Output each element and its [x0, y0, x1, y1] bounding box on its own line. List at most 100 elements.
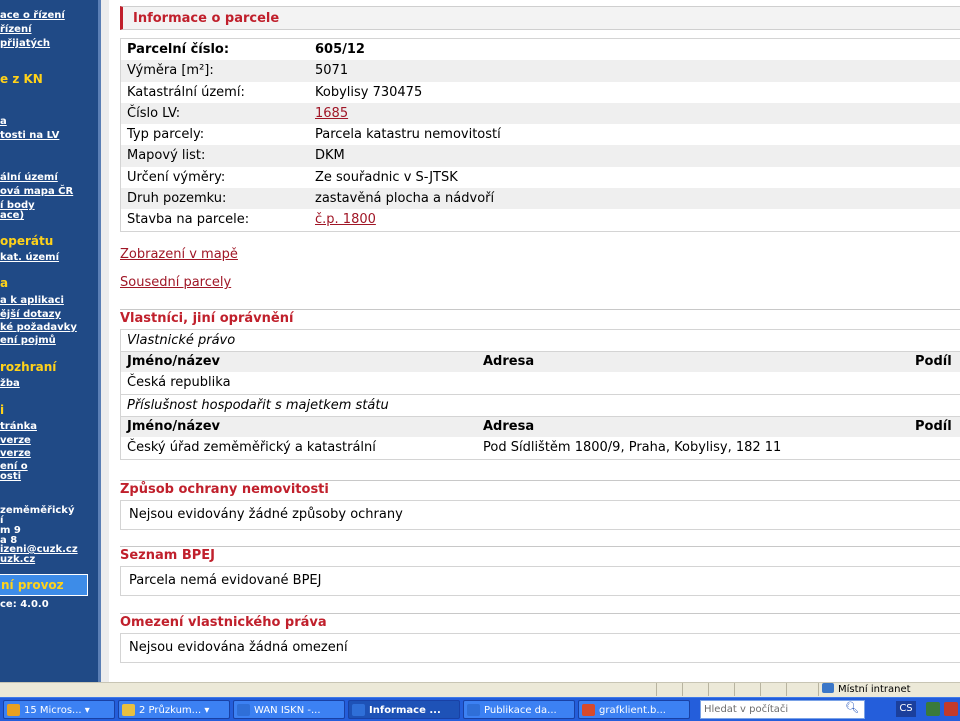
status-segment — [656, 683, 657, 696]
table-row: Druh pozemku: zastavěná plocha a nádvoří — [121, 188, 960, 210]
table-row: Katastrální území: Kobylisy 730475 — [121, 82, 960, 103]
sidebar-item[interactable]: žba — [0, 378, 20, 389]
parcel-field-value: 5071 — [315, 63, 349, 79]
app-icon — [582, 704, 595, 716]
security-zone: Místní intranet — [822, 683, 911, 696]
taskbar-button[interactable]: 15 Micros... ▾ — [3, 700, 115, 719]
table-row: Parcelní číslo: 605/12 — [121, 39, 960, 60]
sidebar-item[interactable]: ení pojmů — [0, 335, 56, 346]
left-navigation: ace o řízení řízení přijatých e z KN a tosti … — [0, 0, 101, 682]
app-icon — [122, 704, 135, 716]
protection-section-title: Způsob ochrany nemovitosti — [120, 480, 960, 497]
col-name: Jméno/název — [127, 354, 221, 369]
parcel-field-value: DKM — [315, 148, 345, 164]
sidebar-item[interactable]: osti — [0, 471, 21, 482]
taskbar-button-label: WAN ISKN -... — [254, 705, 321, 716]
table-row: Česká republika — [121, 372, 960, 394]
sidebar-item[interactable]: verze — [0, 448, 31, 459]
state-management-heading: Příslušnost hospodařit s majetkem státu — [121, 394, 960, 417]
parcel-field-label: Určení výměry: — [127, 169, 226, 185]
table-row: Český úřad zeměměřický a katastrální Pod… — [121, 437, 960, 459]
taskbar-button[interactable]: 2 Průzkum... ▾ — [118, 700, 230, 719]
search-input[interactable]: Hledat v počítači — [700, 700, 865, 719]
tray-icon[interactable] — [944, 702, 958, 716]
tray-icon[interactable] — [926, 702, 940, 716]
owner-name: Česká republika — [127, 375, 231, 390]
sidebar-item: operátu — [0, 234, 54, 248]
taskbar-button-label: 15 Micros... ▾ — [24, 705, 90, 716]
taskbar-button-label: grafklient.b... — [599, 705, 666, 716]
table-row: Číslo LV: 1685 — [121, 102, 960, 125]
sidebar-item[interactable]: ké požadavky — [0, 322, 77, 333]
protection-text: Nejsou evidovány žádné způsoby ochrany — [129, 507, 403, 522]
owners-table: Vlastnické právo Jméno/název Adresa Podí… — [120, 329, 960, 460]
parcel-field-value: Ze souřadnic v S-JTSK — [315, 169, 458, 185]
sidebar-item[interactable]: řízení — [0, 24, 32, 35]
zone-label: Místní intranet — [838, 684, 911, 695]
language-indicator[interactable]: CS — [896, 701, 916, 717]
parcel-field-value: 605/12 — [315, 42, 365, 57]
parcel-field-value: zastavěná plocha a nádvoří — [315, 191, 495, 207]
parcel-field-label: Typ parcely: — [127, 127, 205, 143]
table-row: Výměra [m²]: 5071 — [121, 60, 960, 82]
status-segment — [760, 683, 761, 696]
operation-mode-button[interactable]: ní provoz — [0, 574, 88, 596]
search-icon[interactable]: 🔍︎ — [845, 701, 859, 714]
sidebar-item[interactable]: kat. území — [0, 252, 59, 263]
sidebar-item[interactable]: ální území — [0, 172, 58, 183]
parcel-field-label: Mapový list: — [127, 148, 206, 164]
sidebar-divider — [101, 0, 109, 682]
status-segment — [734, 683, 735, 696]
sidebar-item[interactable]: tosti na LV — [0, 130, 59, 141]
taskbar-button[interactable]: Publikace da... — [463, 700, 575, 719]
parcel-field-label: Katastrální území: — [127, 84, 245, 100]
taskbar-button[interactable]: Informace ... — [348, 700, 460, 719]
parcel-field-label: Druh pozemku: — [127, 191, 227, 207]
table-row: Typ parcely: Parcela katastru nemovitostí — [121, 124, 960, 145]
app-icon — [7, 704, 20, 716]
sidebar-item[interactable]: uzk.cz — [0, 554, 35, 565]
sidebar-item: e z KN — [0, 72, 43, 86]
taskbar-button-label: 2 Průzkum... ▾ — [139, 705, 210, 716]
page-title-box: Informace o parcele — [120, 6, 960, 30]
taskbar-button-label: Publikace da... — [484, 705, 557, 716]
app-icon — [467, 704, 480, 716]
manager-address: Pod Sídlištěm 1800/9, Praha, Kobylisy, 1… — [483, 440, 782, 455]
manager-name: Český úřad zeměměřický a katastrální — [127, 440, 376, 455]
neighbor-parcels-link[interactable]: Sousední parcely — [120, 275, 231, 290]
parcel-field-label: Číslo LV: — [127, 105, 181, 121]
taskbar-button[interactable]: WAN ISKN -... — [233, 700, 345, 719]
sidebar-item[interactable]: a — [0, 116, 7, 127]
sidebar-item[interactable]: ější dotazy — [0, 309, 61, 320]
owners-column-header: Jméno/název Adresa Podíl — [121, 352, 960, 372]
map-view-link[interactable]: Zobrazení v mapě — [120, 247, 238, 262]
parcel-field-link[interactable]: č.p. 1800 — [315, 209, 376, 230]
bpej-text: Parcela nemá evidované BPEJ — [129, 573, 322, 588]
parcel-field-label: Stavba na parcele: — [127, 212, 250, 228]
status-segment — [708, 683, 709, 696]
col-share: Podíl — [915, 354, 952, 369]
parcel-field-link[interactable]: 1685 — [315, 103, 348, 124]
restrictions-text: Nejsou evidována žádná omezení — [129, 640, 348, 655]
bpej-section-title: Seznam BPEJ — [120, 546, 960, 563]
sidebar-item[interactable]: ová mapa ČR — [0, 186, 73, 197]
taskbar-button-label: Informace ... — [369, 705, 441, 716]
sidebar-item[interactable]: a k aplikaci — [0, 295, 64, 306]
sidebar-item: zeměměřický — [0, 505, 75, 516]
status-segment — [818, 683, 819, 696]
sidebar-item[interactable]: ace) — [0, 210, 24, 221]
status-segment — [786, 683, 787, 696]
main-content: Informace o parcele Parcelní číslo: 605/1… — [109, 0, 960, 682]
bpej-box: Parcela nemá evidované BPEJ — [120, 566, 960, 596]
col-share: Podíl — [915, 419, 952, 434]
col-address: Adresa — [483, 354, 535, 369]
sidebar-item[interactable]: ace o řízení — [0, 10, 65, 21]
restrictions-box: Nejsou evidována žádná omezení — [120, 633, 960, 663]
sidebar-item[interactable]: tránka — [0, 421, 37, 432]
owners-section-title: Vlastníci, jiní oprávnění — [120, 309, 960, 326]
sidebar-item[interactable]: verze — [0, 435, 31, 446]
sidebar-item: a — [0, 276, 9, 290]
sidebar-item[interactable]: přijatých — [0, 38, 50, 49]
taskbar-button[interactable]: grafklient.b... — [578, 700, 690, 719]
sidebar-item: i — [0, 403, 5, 417]
